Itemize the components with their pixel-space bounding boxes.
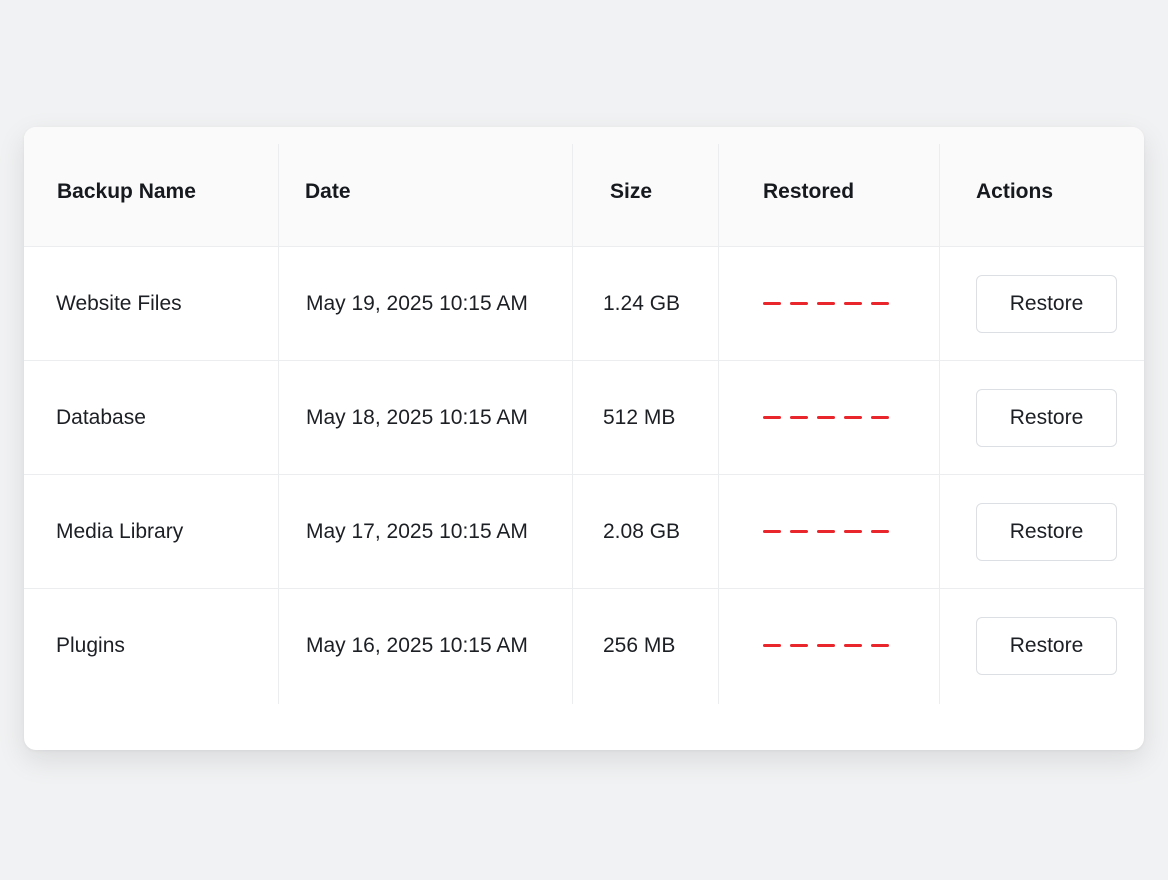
table-row: Plugins May 16, 2025 10:15 AM 256 MB Res…	[24, 589, 1144, 702]
restored-indicator	[763, 530, 889, 533]
restored-dash	[817, 302, 835, 305]
actions-cell: Restore	[940, 361, 1144, 474]
restore-button[interactable]: Restore	[976, 274, 1117, 333]
header-date: Date	[305, 179, 351, 203]
restored-dash	[871, 644, 889, 647]
restored-indicator	[763, 302, 889, 305]
backup-size: 2.08 GB	[603, 519, 681, 543]
restored-dash	[763, 302, 781, 305]
restored-cell	[719, 475, 940, 588]
table-row: Website Files May 19, 2025 10:15 AM 1.24…	[24, 247, 1144, 361]
restore-button[interactable]: Restore	[976, 502, 1117, 561]
restored-dash	[844, 530, 862, 533]
actions-cell: Restore	[940, 475, 1144, 588]
restored-dash	[817, 530, 835, 533]
restore-button[interactable]: Restore	[976, 388, 1117, 447]
restored-dash	[790, 302, 808, 305]
restored-dash	[790, 644, 808, 647]
backup-date: May 18, 2025 10:15 AM	[306, 405, 528, 429]
column-divider	[278, 144, 279, 704]
backups-table: Backup Name Date Size Restored Actions W…	[24, 127, 1144, 704]
column-divider	[572, 144, 573, 704]
backup-name: Database	[56, 405, 146, 429]
table-row: Media Library May 17, 2025 10:15 AM 2.08…	[24, 475, 1144, 589]
restored-dash	[763, 530, 781, 533]
table-header-row: Backup Name Date Size Restored Actions	[24, 127, 1144, 247]
restored-dash	[844, 416, 862, 419]
restored-cell	[719, 247, 940, 360]
backup-date: May 17, 2025 10:15 AM	[306, 519, 528, 543]
backup-size: 512 MB	[603, 405, 676, 429]
restored-cell	[719, 589, 940, 702]
actions-cell: Restore	[940, 247, 1144, 360]
backup-name: Plugins	[56, 633, 125, 657]
table-row: Database May 18, 2025 10:15 AM 512 MB Re…	[24, 361, 1144, 475]
restored-dash	[763, 416, 781, 419]
header-size: Size	[610, 179, 653, 203]
restored-dash	[817, 416, 835, 419]
header-actions: Actions	[976, 179, 1054, 203]
restored-indicator	[763, 644, 889, 647]
backups-card: Backup Name Date Size Restored Actions W…	[24, 127, 1144, 750]
restored-dash	[763, 644, 781, 647]
column-divider	[718, 144, 719, 704]
restored-dash	[871, 416, 889, 419]
restore-button[interactable]: Restore	[976, 616, 1117, 675]
restored-cell	[719, 361, 940, 474]
restored-indicator	[763, 416, 889, 419]
restored-dash	[790, 416, 808, 419]
restored-dash	[871, 530, 889, 533]
actions-cell: Restore	[940, 589, 1144, 702]
backup-size: 256 MB	[603, 633, 676, 657]
backup-size: 1.24 GB	[603, 291, 681, 315]
restored-dash	[817, 644, 835, 647]
restored-dash	[871, 302, 889, 305]
restored-dash	[790, 530, 808, 533]
restored-dash	[844, 302, 862, 305]
backup-date: May 16, 2025 10:15 AM	[306, 633, 528, 657]
backup-name: Media Library	[56, 519, 184, 543]
backup-name: Website Files	[56, 291, 182, 315]
restored-dash	[844, 644, 862, 647]
backup-date: May 19, 2025 10:15 AM	[306, 291, 528, 315]
column-divider	[939, 144, 940, 704]
header-restored: Restored	[763, 179, 855, 203]
header-backup-name: Backup Name	[57, 179, 196, 203]
